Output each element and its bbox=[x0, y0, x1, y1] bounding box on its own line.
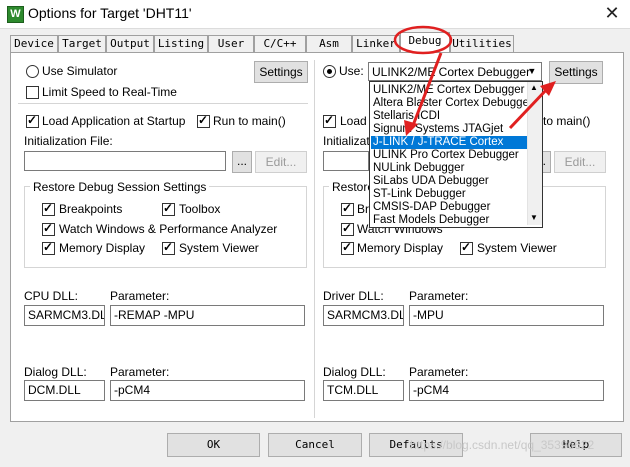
debug-tab-highlight bbox=[393, 25, 453, 55]
annotation-overlay bbox=[393, 25, 556, 136]
watermark: https://blog.csdn.net/qq_35396622 bbox=[410, 438, 595, 452]
arrow-to-jlink-line bbox=[410, 52, 443, 129]
arrow-to-settings-line bbox=[508, 86, 550, 130]
cancel-button[interactable]: Cancel bbox=[268, 433, 362, 457]
ok-button[interactable]: OK bbox=[167, 433, 260, 457]
arrow-to-jlink-head bbox=[404, 120, 418, 136]
